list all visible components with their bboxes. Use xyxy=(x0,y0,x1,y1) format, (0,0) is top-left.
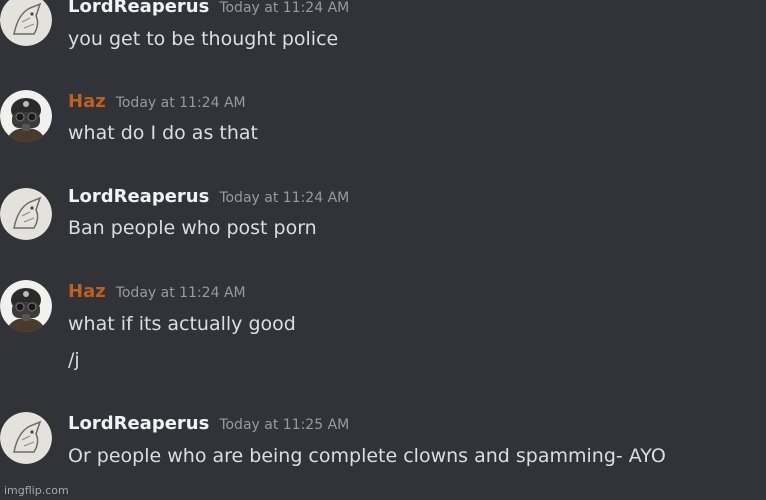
message-text: Ban people who post porn xyxy=(68,217,317,239)
username[interactable]: Haz xyxy=(68,91,106,112)
gas-mask-soldier-avatar[interactable] xyxy=(0,280,52,332)
username[interactable]: Haz xyxy=(68,281,106,302)
message-timestamp: Today at 11:25 AM xyxy=(219,417,350,433)
gas-mask-soldier-avatar[interactable] xyxy=(0,90,52,142)
sketch-creature-avatar[interactable] xyxy=(0,412,52,464)
message-timestamp: Today at 11:24 AM xyxy=(115,95,246,111)
message-text: what if its actually good xyxy=(68,313,296,335)
username[interactable]: LordReaperus xyxy=(68,186,209,207)
message-text: /j xyxy=(68,349,80,371)
imgflip-watermark: imgflip.com xyxy=(4,484,69,497)
sketch-creature-avatar[interactable] xyxy=(0,0,52,46)
message-timestamp: Today at 11:24 AM xyxy=(115,285,246,301)
message-timestamp: Today at 11:24 AM xyxy=(219,0,350,16)
message-timestamp: Today at 11:24 AM xyxy=(219,190,350,206)
message-text: you get to be thought police xyxy=(68,28,339,50)
message-text: Or people who are being complete clowns … xyxy=(68,445,666,467)
message-text: what do I do as that xyxy=(68,122,258,144)
username[interactable]: LordReaperus xyxy=(68,0,209,17)
username[interactable]: LordReaperus xyxy=(68,413,209,434)
sketch-creature-avatar[interactable] xyxy=(0,188,52,240)
